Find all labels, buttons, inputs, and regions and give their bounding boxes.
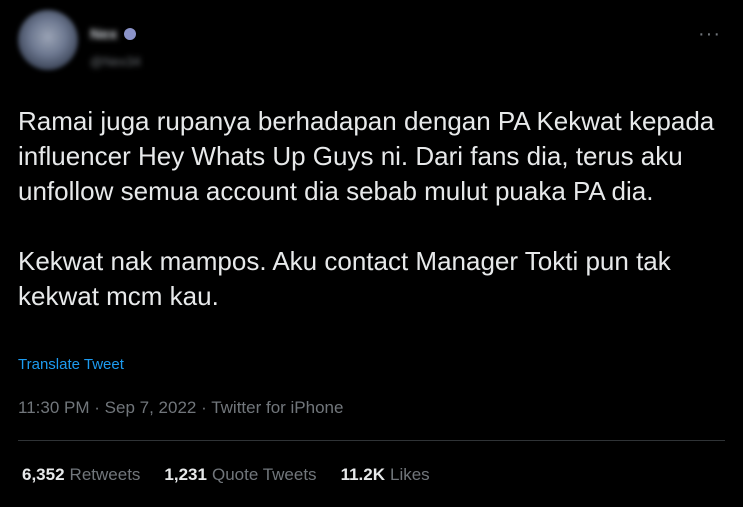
translate-tweet-link[interactable]: Translate Tweet xyxy=(18,356,124,373)
tweet-metadata: 11:30 PM · Sep 7, 2022 · Twitter for iPh… xyxy=(18,398,343,418)
retweets-stat[interactable]: 6,352 Retweets xyxy=(22,465,140,485)
tweet-source[interactable]: Twitter for iPhone xyxy=(211,398,343,417)
meta-separator: · xyxy=(201,398,207,417)
likes-count: 11.2K xyxy=(340,465,385,484)
likes-stat[interactable]: 11.2K Likes xyxy=(341,465,430,485)
tweet-paragraph: Kekwat nak mampos. Aku contact Manager T… xyxy=(18,246,671,311)
tweet-date[interactable]: Sep 7, 2022 xyxy=(105,398,197,417)
more-options-icon[interactable]: ··· xyxy=(698,24,721,44)
tweet-time[interactable]: 11:30 PM xyxy=(18,398,90,417)
author-name[interactable]: Nex xyxy=(90,26,118,43)
quote-tweets-label: Quote Tweets xyxy=(211,465,317,484)
quote-tweets-count: 1,231 xyxy=(164,465,207,484)
author-handle[interactable]: @Nex34 xyxy=(90,54,141,69)
retweets-label: Retweets xyxy=(69,465,141,484)
likes-label: Likes xyxy=(390,465,430,484)
tweet-body: Ramai juga rupanya berhadapan dengan PA … xyxy=(18,104,728,314)
avatar[interactable] xyxy=(18,10,78,70)
quote-tweets-stat[interactable]: 1,231 Quote Tweets xyxy=(164,465,316,485)
author-name-row[interactable]: Nex xyxy=(90,26,141,44)
retweets-count: 6,352 xyxy=(22,465,65,484)
meta-separator: · xyxy=(94,398,100,417)
author-info: Nex @Nex34 xyxy=(90,26,141,69)
verified-icon xyxy=(123,28,136,40)
engagement-stats: 6,352 Retweets 1,231 Quote Tweets 11.2K Lik… xyxy=(22,465,430,485)
tweet-paragraph: Ramai juga rupanya berhadapan dengan PA … xyxy=(18,106,715,206)
divider xyxy=(18,440,725,441)
